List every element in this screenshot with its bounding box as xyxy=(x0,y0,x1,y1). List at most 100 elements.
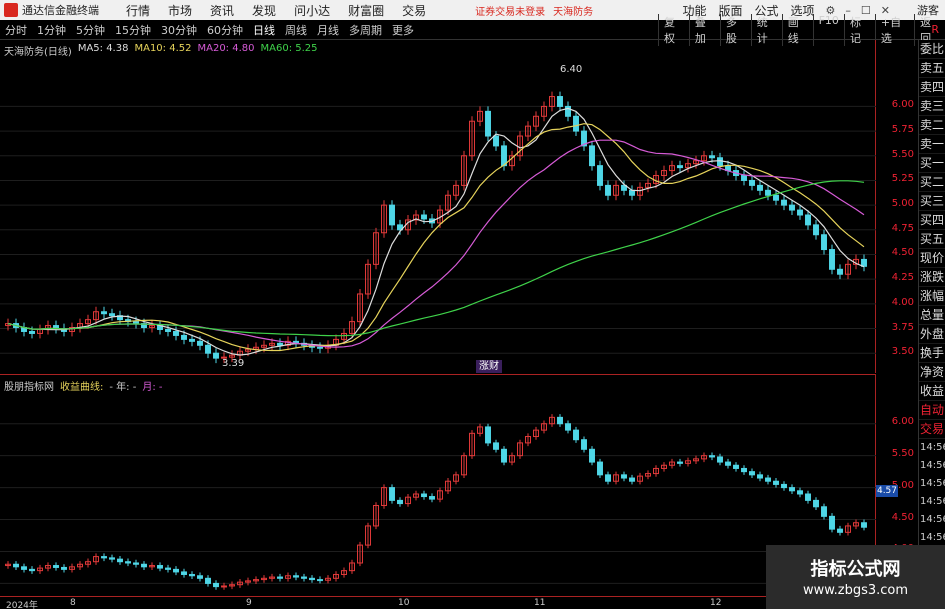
period-tab-5min[interactable]: 5分钟 xyxy=(71,22,110,38)
candle[interactable] xyxy=(709,155,715,159)
menu-discover[interactable]: 发现 xyxy=(243,2,285,19)
candle[interactable] xyxy=(605,184,611,196)
candle[interactable] xyxy=(213,582,219,588)
candle[interactable] xyxy=(621,474,627,479)
candle[interactable] xyxy=(589,448,595,463)
candle[interactable] xyxy=(61,566,67,570)
candle[interactable] xyxy=(829,515,835,530)
period-tab-monthly[interactable]: 月线 xyxy=(312,22,344,38)
menu-market[interactable]: 市场 xyxy=(159,2,201,19)
candle[interactable] xyxy=(573,115,579,132)
menu-news[interactable]: 资讯 xyxy=(201,2,243,19)
candle[interactable] xyxy=(765,189,771,196)
candle[interactable] xyxy=(485,426,491,444)
candle[interactable] xyxy=(205,344,211,354)
menu-ask[interactable]: 问小达 xyxy=(285,2,339,19)
candle[interactable] xyxy=(429,496,435,500)
candle[interactable] xyxy=(309,577,315,581)
candle[interactable] xyxy=(749,179,755,186)
candle[interactable] xyxy=(605,474,611,482)
candle[interactable] xyxy=(173,568,179,573)
candle[interactable] xyxy=(829,249,835,270)
candle[interactable] xyxy=(773,194,779,201)
candle[interactable] xyxy=(797,490,803,495)
period-tab-more[interactable]: 更多 xyxy=(387,22,419,38)
candle[interactable] xyxy=(781,199,787,206)
candle[interactable] xyxy=(493,442,499,450)
candle[interactable] xyxy=(813,224,819,236)
period-tab-weekly[interactable]: 周线 xyxy=(280,22,312,38)
candle[interactable] xyxy=(821,506,827,517)
candle[interactable] xyxy=(125,561,131,564)
kline-pane[interactable]: 6.40 3.39 天海防务(日线) MA5: 4.38 MA10: 4.52 M… xyxy=(0,40,876,373)
period-tab-intraday[interactable]: 分时 xyxy=(0,22,32,38)
candle[interactable] xyxy=(573,429,579,441)
period-tab-30min[interactable]: 30分钟 xyxy=(156,22,202,38)
candle[interactable] xyxy=(837,528,843,533)
candle[interactable] xyxy=(677,165,683,169)
candle[interactable] xyxy=(389,487,395,501)
candle[interactable] xyxy=(21,566,27,570)
candle[interactable] xyxy=(141,563,147,568)
candle[interactable] xyxy=(109,557,115,560)
candle[interactable] xyxy=(709,455,715,458)
candle[interactable] xyxy=(421,214,427,220)
candle[interactable] xyxy=(861,522,867,528)
candle[interactable] xyxy=(741,467,747,473)
period-tab-1min[interactable]: 1分钟 xyxy=(32,22,71,38)
candle[interactable] xyxy=(221,585,227,588)
candle[interactable] xyxy=(165,329,171,332)
candle[interactable] xyxy=(765,477,771,482)
candle[interactable] xyxy=(157,565,163,569)
candle[interactable] xyxy=(493,135,499,147)
candle[interactable] xyxy=(597,461,603,476)
candle[interactable] xyxy=(197,575,203,579)
candle[interactable] xyxy=(173,330,179,336)
candle[interactable] xyxy=(165,567,171,570)
candle[interactable] xyxy=(757,184,763,191)
candle[interactable] xyxy=(805,214,811,226)
candle[interactable] xyxy=(789,487,795,492)
candle[interactable] xyxy=(133,562,139,565)
candle[interactable] xyxy=(789,204,795,211)
candle[interactable] xyxy=(557,416,563,425)
indicator-chart[interactable] xyxy=(0,375,876,597)
candle[interactable] xyxy=(53,565,59,568)
period-tab-15min[interactable]: 15分钟 xyxy=(110,22,156,38)
candle[interactable] xyxy=(797,209,803,216)
candle[interactable] xyxy=(589,145,595,167)
period-tab-daily[interactable]: 日线 xyxy=(248,22,280,38)
candle[interactable] xyxy=(181,334,187,340)
candle[interactable] xyxy=(501,448,507,463)
candle[interactable] xyxy=(485,110,491,137)
candle[interactable] xyxy=(277,342,283,346)
candle[interactable] xyxy=(725,461,731,466)
menu-wealth[interactable]: 财富圈 xyxy=(339,2,393,19)
candle[interactable] xyxy=(317,346,323,349)
candle[interactable] xyxy=(189,338,195,342)
side-tab[interactable]: 交易 xyxy=(919,420,945,439)
menu-quotes[interactable]: 行情 xyxy=(117,2,159,19)
candle[interactable] xyxy=(565,423,571,431)
candle[interactable] xyxy=(821,234,827,251)
candle[interactable] xyxy=(277,576,283,579)
candle[interactable] xyxy=(749,471,755,476)
candle[interactable] xyxy=(837,268,843,275)
side-tab[interactable]: 自动 xyxy=(919,401,945,420)
candle[interactable] xyxy=(757,474,763,479)
event-tag[interactable]: 涨财 xyxy=(476,360,502,373)
candle[interactable] xyxy=(13,563,19,568)
candle[interactable] xyxy=(781,483,787,489)
candle[interactable] xyxy=(733,464,739,469)
candle[interactable] xyxy=(773,480,779,485)
candle[interactable] xyxy=(181,571,187,575)
candle[interactable] xyxy=(117,558,123,563)
kline-chart[interactable]: 6.40 3.39 xyxy=(0,40,876,373)
period-tab-60min[interactable]: 60分钟 xyxy=(202,22,248,38)
candle[interactable] xyxy=(557,96,563,107)
login-notice[interactable]: 证券交易未登录 xyxy=(475,3,545,18)
menu-trade[interactable]: 交易 xyxy=(393,2,435,19)
candle[interactable] xyxy=(421,493,427,498)
candle[interactable] xyxy=(629,189,635,196)
candle[interactable] xyxy=(717,456,723,463)
